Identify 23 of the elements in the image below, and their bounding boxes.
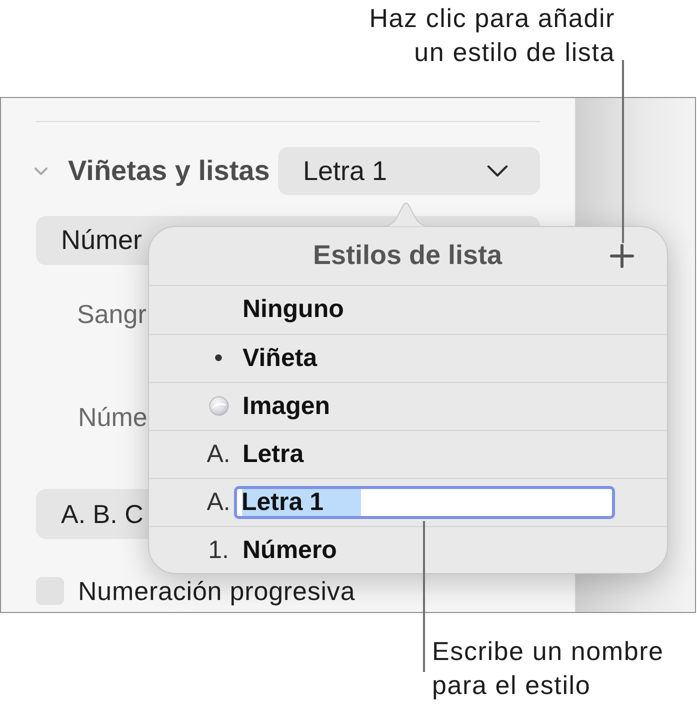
list-style-item[interactable]: Viñeta — [242, 344, 318, 372]
list-style-item[interactable]: Letra — [242, 440, 304, 468]
add-style-button[interactable] — [610, 244, 634, 268]
list-marker: 1. — [208, 536, 229, 564]
list-marker: A. — [206, 488, 230, 516]
popover-title: Estilos de lista — [312, 240, 502, 271]
chevron-down-icon — [487, 165, 508, 177]
checkbox-label: Numeración progresiva — [78, 576, 356, 606]
chevron-icon[interactable] — [34, 166, 48, 176]
callout-text: Haz clic para añadir un estilo de lista — [369, 2, 615, 69]
list-marker: A. — [206, 440, 230, 468]
image-bullet-icon — [208, 396, 228, 416]
list-style-dropdown[interactable]: Letra 1 — [278, 147, 540, 195]
section-title: Viñetas y listas — [68, 155, 270, 187]
name-field[interactable]: Letra 1 — [234, 486, 614, 518]
number-label: Núme — [78, 404, 148, 430]
list-style-item[interactable]: Imagen — [242, 392, 330, 420]
list-marker: • — [214, 344, 223, 372]
callout-text: Escribe un nombre para el estilo — [432, 635, 664, 702]
list-style-item[interactable]: Ninguno — [242, 295, 344, 324]
indent-label: Sangr — [77, 301, 146, 327]
list-style-item[interactable]: Número — [242, 536, 337, 564]
plus-icon — [610, 244, 634, 268]
